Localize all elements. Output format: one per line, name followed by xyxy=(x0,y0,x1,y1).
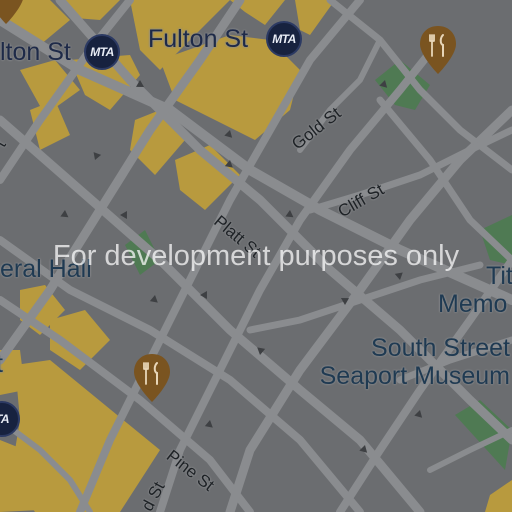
fork-knife-icon[interactable] xyxy=(132,352,172,404)
street-label-fulton-st-left: lton St xyxy=(0,38,71,66)
map-canvas[interactable]: lton St Fulton St Gold St Cliff St Platt… xyxy=(0,0,512,512)
poi-label-seaport-line2: Seaport Museum xyxy=(319,362,510,390)
poi-label-titanic-memorial[interactable]: Tit Memo xyxy=(438,262,512,318)
fork-knife-icon[interactable] xyxy=(0,0,26,26)
poi-label-left-edge: t xyxy=(0,350,3,378)
one-way-arrows xyxy=(60,80,423,453)
poi-label-federal-hall[interactable]: eral Hall xyxy=(0,255,92,283)
fork-knife-icon[interactable] xyxy=(418,24,458,76)
poi-label-seaport-line1: South Street xyxy=(371,334,510,362)
poi-label-south-street-seaport-museum[interactable]: South Street Seaport Museum xyxy=(296,334,510,390)
poi-label-titanic-line1: Tit xyxy=(486,262,512,290)
subway-station-icon[interactable]: MTA xyxy=(266,21,302,57)
subway-station-icon[interactable]: MTA xyxy=(84,34,120,70)
street-label-fulton-st-right: Fulton St xyxy=(148,25,249,53)
poi-label-titanic-line2: Memo xyxy=(438,290,508,318)
